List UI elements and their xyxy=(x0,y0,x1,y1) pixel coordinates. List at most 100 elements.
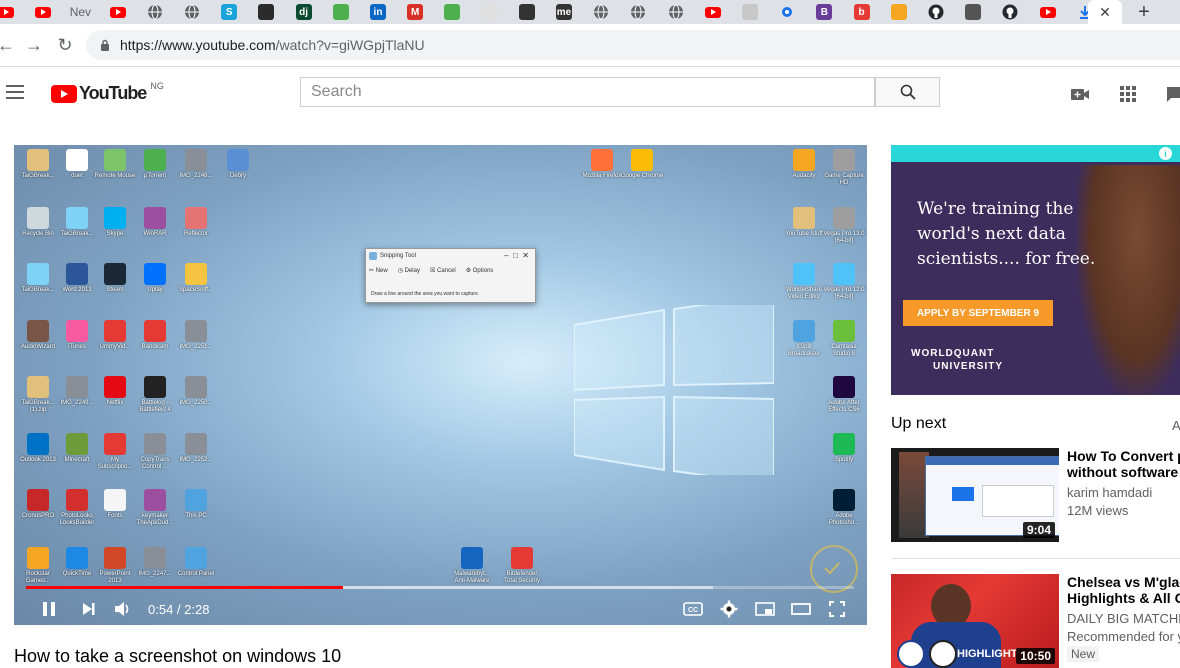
browser-tab[interactable] xyxy=(626,1,650,23)
desktop-shortcut-label: Control Panel xyxy=(177,571,215,577)
desktop-shortcut-label: Camtasia Studio 8 xyxy=(831,344,857,357)
browser-tab[interactable] xyxy=(515,1,539,23)
channel-name[interactable]: karim hamdadi xyxy=(1067,485,1152,500)
snipping-tool-title: Snipping Tool xyxy=(380,253,416,259)
browser-tab[interactable] xyxy=(143,1,167,23)
active-tab[interactable]: ✕ xyxy=(1088,0,1122,24)
next-icon[interactable] xyxy=(78,599,100,619)
desktop-shortcut-label: Vegas Pro 12.0 (64-bit) xyxy=(823,287,865,300)
desktop-shortcut-label: IMG_2251... xyxy=(179,344,213,350)
desktop-shortcut-icon xyxy=(185,547,207,569)
window-controls: – □ ✕ xyxy=(504,251,529,260)
forward-icon[interactable]: → xyxy=(22,33,46,57)
create-video-icon[interactable] xyxy=(1069,83,1091,105)
ad-cta-button[interactable]: APPLY BY SEPTEMBER 9 xyxy=(903,300,1053,326)
desktop-shortcut-icon xyxy=(185,376,207,398)
miniplayer-icon[interactable] xyxy=(754,599,776,619)
desktop-shortcut: CronusPRO xyxy=(16,489,60,520)
desktop-shortcut-icon xyxy=(833,320,855,342)
browser-tab[interactable]: dj xyxy=(292,1,316,23)
settings-gear-icon[interactable] xyxy=(718,599,740,619)
progress-bar[interactable] xyxy=(26,586,854,589)
pause-icon[interactable] xyxy=(38,599,60,619)
theater-mode-icon[interactable] xyxy=(790,599,812,619)
desktop-shortcut-icon xyxy=(27,547,49,569)
desktop-shortcut: SpaceSniff... xyxy=(174,263,218,294)
desktop-shortcut: Rockstar Games... xyxy=(16,547,60,585)
browser-tab[interactable] xyxy=(329,1,353,23)
desktop-shortcut: Uplay xyxy=(133,263,177,294)
browser-tab[interactable] xyxy=(998,1,1022,23)
desktop-shortcut-label: Reflector xyxy=(183,231,208,237)
desktop-shortcut: Vegas Pro 12.0 (64-bit) xyxy=(822,263,866,301)
browser-tab[interactable]: b xyxy=(850,1,874,23)
browser-tab[interactable]: me xyxy=(552,1,576,23)
menu-icon[interactable] xyxy=(6,85,24,99)
close-tab-icon[interactable]: ✕ xyxy=(1099,4,1111,21)
desktop-shortcut: Wondershare Video Editor xyxy=(782,263,826,301)
browser-tab[interactable]: Nev xyxy=(68,1,92,23)
github-icon xyxy=(1002,4,1018,20)
browser-tab[interactable]: in xyxy=(366,1,390,23)
messages-icon[interactable] xyxy=(1164,83,1180,105)
search-input[interactable] xyxy=(301,78,874,106)
browser-tab[interactable] xyxy=(664,1,688,23)
video-card-title[interactable]: Chelsea vs M'glad Highlights & All Go xyxy=(1067,574,1180,606)
video-player[interactable]: TaiGBreak... duet Remote Mouse µTorrent IMG_… xyxy=(14,145,867,625)
address-bar[interactable]: https://www.youtube.com/watch?v=giWGpjTl… xyxy=(86,30,1180,60)
desktop-shortcut: CopyTrans Control ... xyxy=(133,433,177,471)
volume-icon[interactable] xyxy=(112,599,134,619)
desktop-shortcut: TaiGBreak... xyxy=(16,149,60,180)
snipping-tool-icon xyxy=(369,252,377,260)
browser-tab[interactable] xyxy=(31,1,55,23)
desktop-shortcut-icon xyxy=(27,433,49,455)
video-thumbnail[interactable]: 9:04 xyxy=(891,448,1059,542)
recommended-video-card[interactable]: 9:04 How To Convert p without software k… xyxy=(891,448,1180,542)
browser-tab[interactable] xyxy=(701,1,725,23)
browser-tab[interactable] xyxy=(887,1,911,23)
shield-icon xyxy=(890,4,907,20)
browser-tab-strip: Nev Sdj in Mme Bb ✕ + xyxy=(0,0,1180,24)
browser-tab[interactable] xyxy=(589,1,613,23)
new-tab-icon[interactable]: + xyxy=(1132,1,1156,23)
gmail-icon: M xyxy=(407,4,424,20)
browser-tab[interactable] xyxy=(254,1,278,23)
browser-tab[interactable] xyxy=(440,1,464,23)
desktop-shortcut-icon xyxy=(104,376,126,398)
browser-tab[interactable] xyxy=(924,1,948,23)
desktop-shortcut-label: Steam xyxy=(106,287,124,293)
desktop-shortcut: IMG_2250... xyxy=(174,376,218,407)
channel-name[interactable]: DAILY BIG MATCHE xyxy=(1067,611,1180,626)
ad-info-icon[interactable]: i xyxy=(1159,147,1172,160)
lock-icon xyxy=(101,39,109,51)
desktop-shortcut-icon xyxy=(227,149,249,171)
recommended-video-card[interactable]: HIGHLIGHT 10:50 Chelsea vs M'glad Highli… xyxy=(891,574,1180,668)
fullscreen-icon[interactable] xyxy=(826,599,848,619)
search-button[interactable] xyxy=(875,77,940,107)
browser-tab[interactable]: M xyxy=(403,1,427,23)
back-icon[interactable]: ← xyxy=(0,33,18,57)
video-card-title[interactable]: How To Convert p without software xyxy=(1067,448,1180,480)
browser-tab[interactable] xyxy=(0,1,18,23)
apps-grid-icon[interactable] xyxy=(1117,83,1139,105)
browser-tab[interactable] xyxy=(1036,1,1060,23)
browser-tab[interactable] xyxy=(775,1,799,23)
desktop-shortcut-label: TaiGBreak... xyxy=(21,173,55,179)
youtube-logo[interactable]: YouTube NG xyxy=(51,81,164,104)
browser-tab[interactable] xyxy=(106,1,130,23)
ad-top-strip xyxy=(891,145,1180,162)
desktop-shortcut-label: Mozilla Firefox xyxy=(582,173,622,179)
browser-tab[interactable] xyxy=(180,1,204,23)
browser-tab[interactable] xyxy=(961,1,985,23)
browser-tab[interactable]: B xyxy=(812,1,836,23)
browser-tab[interactable]: S xyxy=(217,1,241,23)
desktop-shortcut: TaiGBreak... (1).zip xyxy=(16,376,60,414)
subtitles-icon[interactable]: CC xyxy=(682,599,704,619)
video-thumbnail[interactable]: HIGHLIGHT 10:50 xyxy=(891,574,1059,668)
browser-tab[interactable] xyxy=(738,1,762,23)
browser-tab[interactable] xyxy=(478,1,502,23)
ad-banner[interactable]: i We're training the world's next data s… xyxy=(891,145,1180,395)
window-icon xyxy=(518,4,535,20)
reload-icon[interactable]: ↻ xyxy=(53,33,77,57)
snip-message: Draw a line around the area you want to … xyxy=(371,291,480,297)
